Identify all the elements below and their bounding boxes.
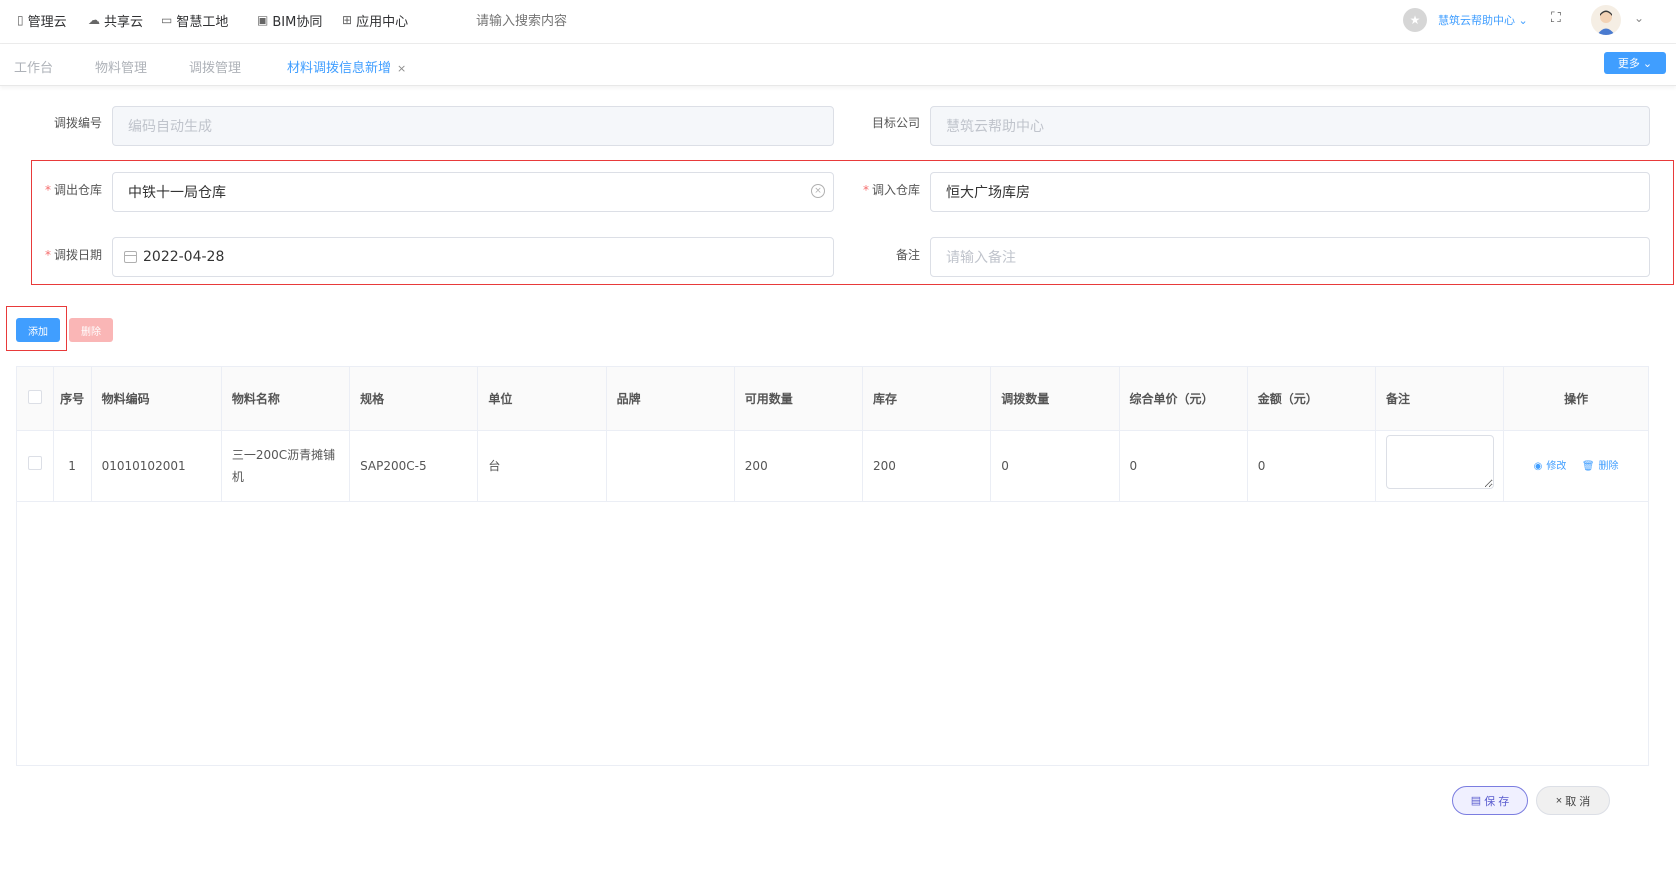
cell-name: 三一200C沥青摊铺机 [221, 430, 351, 502]
cell-stock: 200 [862, 430, 992, 502]
user-menu-chevron-icon[interactable]: ⌄ [1634, 11, 1644, 25]
nav-item-share-cloud[interactable]: ☁ 共享云 [88, 0, 143, 40]
select-all-checkbox[interactable] [27, 389, 42, 404]
cell-spec: SAP200C-5 [349, 430, 479, 502]
nav-item-bim[interactable]: ▣ BIM协同 [257, 0, 322, 40]
tab-transfer-management[interactable]: 调拨管理 [189, 57, 241, 76]
trash-icon: 🗑 [1581, 460, 1595, 472]
cell-unit: 台 [477, 430, 607, 502]
col-index: 序号 [53, 367, 92, 431]
document-icon: ▤ [1470, 795, 1482, 807]
row-delete-link[interactable]: 🗑 删除 [1580, 461, 1621, 472]
org-logo-icon: ★ [1403, 8, 1427, 32]
grid-icon: ⊞ [342, 13, 353, 27]
edit-link[interactable]: ◉ 修改 [1532, 461, 1569, 472]
col-spec: 规格 [349, 367, 479, 431]
cell-available: 200 [734, 430, 864, 502]
out-warehouse-select[interactable]: 中铁十一局仓库 × [112, 172, 834, 212]
box-icon: ▣ [257, 13, 269, 27]
target-company-input: 慧筑云帮助中心 [930, 106, 1650, 146]
save-button[interactable]: ▤ 保 存 [1452, 786, 1528, 815]
table-row: 1 01010102001 三一200C沥青摊铺机 SAP200C-5 台 20… [17, 430, 1648, 502]
eye-icon: ◉ [1533, 460, 1543, 472]
nav-item-app-center[interactable]: ⊞ 应用中心 [342, 0, 408, 40]
avatar[interactable] [1591, 5, 1621, 35]
tab-bar: 工作台 物料管理 调拨管理 材料调拨信息新增 × 更多 ⌄ [0, 44, 1676, 86]
col-unit-price: 综合单价（元） [1119, 367, 1248, 431]
material-table: 序号 物料编码 物料名称 规格 单位 品牌 可用数量 库存 调拨数量 综合单价（… [16, 366, 1649, 766]
row-checkbox[interactable] [27, 455, 42, 470]
cell-unit-price: 0 [1119, 430, 1248, 502]
cell-code: 01010102001 [91, 430, 222, 502]
in-warehouse-select[interactable]: 恒大广场库房 [930, 172, 1650, 212]
date-label: * 调拨日期 [44, 248, 102, 262]
cancel-button[interactable]: × 取 消 [1536, 786, 1610, 815]
select-all-cell [17, 367, 54, 431]
chevron-down-icon: ⌄ [1642, 57, 1653, 70]
top-navbar: ▯管理云 ☁共享云 ▭智慧工地 ▣BIM协同 ⊞应用中心 ★ 慧筑云帮助中心 ⌄… [0, 0, 1676, 44]
tab-transfer-add[interactable]: 材料调拨信息新增 × [287, 57, 406, 76]
cloud-icon: ☁ [88, 13, 100, 27]
book-icon: ▭ [161, 13, 173, 27]
row-select-cell [17, 430, 54, 502]
remark-label: 备注 [895, 248, 920, 262]
close-icon[interactable]: × [397, 62, 406, 75]
col-stock: 库存 [862, 367, 992, 431]
col-unit: 单位 [477, 367, 607, 431]
cell-brand [606, 430, 735, 502]
tab-material-management[interactable]: 物料管理 [95, 57, 147, 76]
cell-actions: ◉ 修改 🗑 删除 [1503, 430, 1648, 502]
row-remark-textarea[interactable] [1385, 435, 1494, 489]
cell-amount: 0 [1247, 430, 1376, 502]
col-amount: 金额（元） [1247, 367, 1376, 431]
chevron-down-icon: ⌄ [1518, 14, 1528, 27]
target-company-label: 目标公司 [871, 116, 920, 130]
delete-button[interactable]: 删除 [69, 318, 113, 342]
more-button[interactable]: 更多 ⌄ [1604, 52, 1666, 74]
out-warehouse-label: * 调出仓库 [44, 183, 102, 197]
col-remark: 备注 [1375, 367, 1505, 431]
col-transfer-qty: 调拨数量 [990, 367, 1120, 431]
in-warehouse-label: * 调入仓库 [862, 183, 920, 197]
col-name: 物料名称 [221, 367, 351, 431]
date-picker[interactable]: 2022-04-28 [112, 237, 834, 277]
table-header-row: 序号 物料编码 物料名称 规格 单位 品牌 可用数量 库存 调拨数量 综合单价（… [17, 367, 1648, 431]
tab-workbench[interactable]: 工作台 [14, 57, 53, 76]
search-input[interactable] [476, 10, 676, 32]
cell-remark [1375, 430, 1505, 502]
code-input: 编码自动生成 [112, 106, 834, 146]
close-icon: × [1555, 794, 1563, 807]
code-label: 调拨编号 [53, 116, 102, 130]
col-available: 可用数量 [734, 367, 864, 431]
col-actions: 操作 [1503, 367, 1648, 431]
col-brand: 品牌 [606, 367, 735, 431]
cell-index: 1 [53, 430, 92, 502]
clear-icon[interactable]: × [811, 184, 825, 198]
calendar-icon [124, 251, 137, 263]
fullscreen-icon[interactable]: ⛶ [1551, 10, 1561, 26]
cell-transfer-qty: 0 [990, 430, 1120, 502]
add-button[interactable]: 添加 [16, 318, 60, 342]
remark-input[interactable]: 请输入备注 [930, 237, 1650, 277]
phone-icon: ▯ [17, 13, 24, 27]
nav-item-manage-cloud[interactable]: ▯ 管理云 [17, 0, 67, 40]
col-code: 物料编码 [91, 367, 222, 431]
nav-item-smart-site[interactable]: ▭ 智慧工地 [161, 0, 228, 40]
org-switcher[interactable]: 慧筑云帮助中心 ⌄ [1438, 12, 1528, 28]
